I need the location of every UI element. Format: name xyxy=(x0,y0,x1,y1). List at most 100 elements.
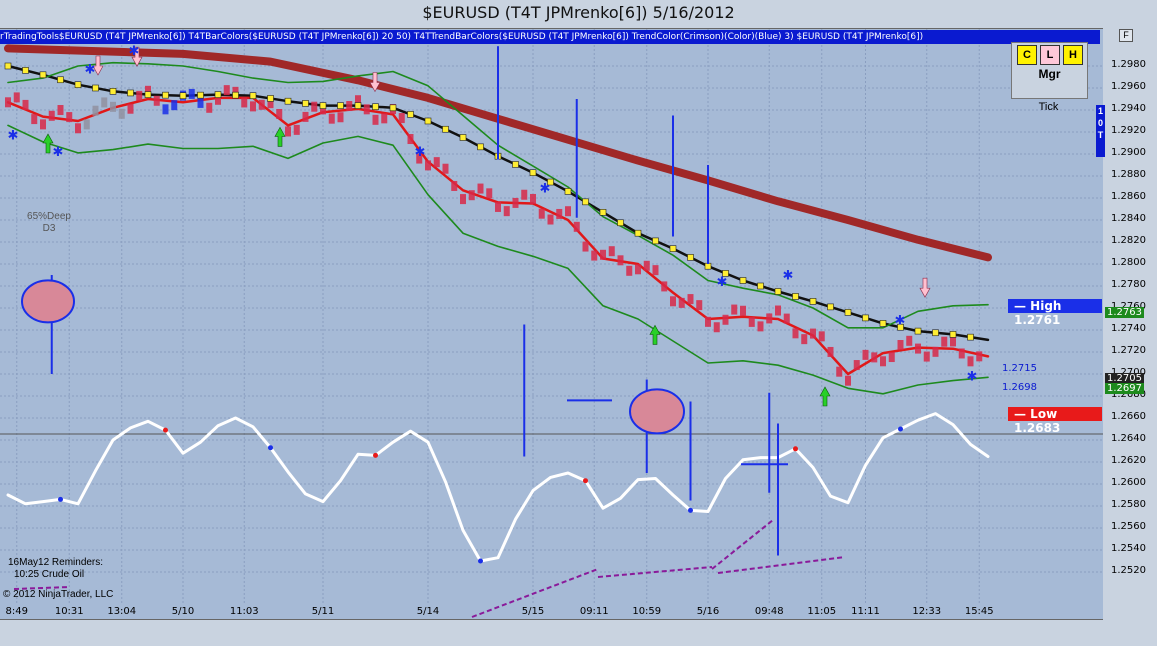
renko-bar xyxy=(652,265,659,276)
price-axis[interactable]: 1.2980 1.2960 1.2940 1.2920 1.2900 1.2880 1.28… xyxy=(1103,28,1157,618)
renko-bar xyxy=(460,194,466,205)
renko-bar xyxy=(153,95,160,106)
trend-marker xyxy=(92,84,99,92)
renko-bar xyxy=(293,124,300,135)
renko-bar xyxy=(425,160,431,171)
signal-star: ✱ xyxy=(783,268,794,283)
oscillator-dot xyxy=(688,507,693,513)
y-tick-label: 1.2640 xyxy=(1111,433,1146,444)
renko-bar xyxy=(118,108,125,119)
renko-bar xyxy=(486,188,493,199)
trend-marker xyxy=(372,103,379,110)
y-tick-label: 1.2940 xyxy=(1111,103,1146,114)
trend-marker xyxy=(162,91,169,99)
x-tick-label: 5/14 xyxy=(416,606,440,617)
order-manager[interactable]: C L H Mgr xyxy=(1011,42,1088,99)
renko-bar xyxy=(302,111,309,122)
renko-bar xyxy=(573,221,580,232)
renko-bar xyxy=(608,246,615,257)
trend-marker xyxy=(512,161,519,168)
renko-bar xyxy=(871,352,878,363)
renko-bar xyxy=(530,193,536,204)
renko-bar xyxy=(950,336,956,347)
renko-bar xyxy=(740,305,746,316)
trend-marker xyxy=(617,219,624,227)
trend-marker xyxy=(529,169,537,176)
renko-bar xyxy=(705,316,711,327)
renko-bar xyxy=(337,112,344,123)
renko-bar xyxy=(512,197,519,208)
renko-bar xyxy=(643,260,650,271)
oscillator-dot xyxy=(268,445,273,451)
trend-marker xyxy=(774,288,782,295)
oscillator-dot xyxy=(58,496,63,502)
trend-marker xyxy=(424,117,432,125)
signal-star: ✱ xyxy=(967,370,978,385)
renko-bar xyxy=(110,101,116,112)
trend-marker xyxy=(74,81,82,89)
renko-bar xyxy=(127,103,134,114)
trend-marker xyxy=(407,111,414,118)
tick-label: Tick xyxy=(1038,101,1059,113)
x-tick-label: 8:49 xyxy=(5,606,28,617)
renko-bar xyxy=(582,241,589,252)
renko-bar xyxy=(223,85,230,96)
y-tick-label: 1.2980 xyxy=(1111,59,1146,70)
renko-bar xyxy=(328,113,335,124)
renko-bar xyxy=(101,97,108,108)
renko-bar xyxy=(372,114,379,125)
buy-arrow xyxy=(274,126,286,147)
y-tick-label: 1.2780 xyxy=(1111,279,1146,290)
x-tick-label: 5/15 xyxy=(521,606,545,617)
renko-bar xyxy=(915,343,921,354)
x-tick-label: 15:45 xyxy=(964,606,994,617)
trend-marker xyxy=(704,262,712,270)
renko-bar xyxy=(853,360,860,371)
renko-bar xyxy=(888,352,895,363)
renko-bar xyxy=(958,348,965,359)
renko-bar xyxy=(748,316,755,327)
trend-marker xyxy=(389,104,397,112)
f-button[interactable]: F xyxy=(1119,29,1133,42)
renko-bar xyxy=(197,97,204,108)
renko-bar xyxy=(40,119,46,130)
trend-marker xyxy=(4,62,12,70)
x-tick-label: 5/11 xyxy=(311,606,335,617)
low-key[interactable]: L xyxy=(1040,45,1060,65)
trend-marker xyxy=(442,125,449,133)
renko-bar xyxy=(477,183,484,194)
trend-marker xyxy=(267,95,274,102)
trend-marker xyxy=(109,87,117,95)
renko-bar xyxy=(976,351,983,362)
y-tick-label: 1.2740 xyxy=(1111,323,1146,334)
trend-marker xyxy=(669,245,677,252)
price-panel[interactable]: ✱ ✱ ✱ ✱ ✱ ✱ ✱ ✱ ✱ ✱ 65%Deep D3 16May12 Reminders: 1… xyxy=(0,28,1103,620)
renko-bar xyxy=(276,108,283,119)
renko-bar xyxy=(967,356,974,367)
y-tick-label: 1.2880 xyxy=(1111,169,1146,180)
trend-marker xyxy=(652,237,659,245)
trend-marker xyxy=(949,331,957,338)
oscillator-dot xyxy=(478,558,483,564)
renko-bar xyxy=(906,335,913,346)
target-circle xyxy=(21,279,75,324)
price-chart[interactable]: ✱ ✱ ✱ ✱ ✱ ✱ ✱ ✱ ✱ ✱ xyxy=(0,29,1103,619)
trend-marker xyxy=(302,100,309,107)
renko-bar xyxy=(845,375,851,386)
renko-bar xyxy=(311,101,318,112)
renko-bar xyxy=(503,206,510,217)
renko-bar xyxy=(381,113,388,124)
mark-1-label: 1.2715 xyxy=(1002,363,1037,374)
y-tick-label: 1.2860 xyxy=(1111,191,1146,202)
high-key[interactable]: H xyxy=(1063,45,1083,65)
renko-bar xyxy=(92,105,99,116)
sell-arrow xyxy=(919,277,931,298)
renko-bar xyxy=(591,250,598,261)
signal-star: ✱ xyxy=(540,182,551,197)
renko-bar xyxy=(398,113,405,124)
close-key[interactable]: C xyxy=(1017,45,1037,65)
x-tick-label: 11:11 xyxy=(851,606,880,617)
renko-bar xyxy=(827,346,834,357)
divergence-line xyxy=(597,566,713,578)
renko-bar xyxy=(22,99,29,110)
